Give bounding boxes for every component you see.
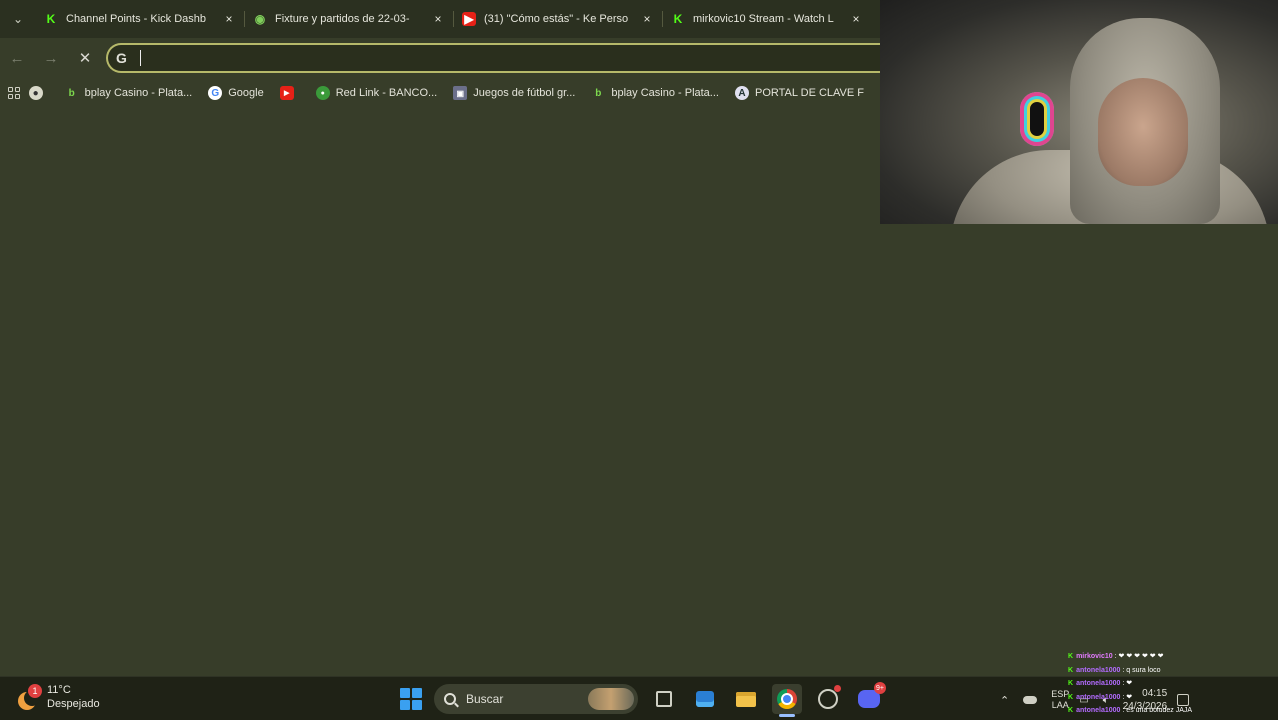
chat-text: : es una boludez JAJA	[1122, 707, 1193, 715]
tab-mirkovic-stream[interactable]: K mirkovic10 Stream - Watch L ×	[663, 4, 871, 34]
kick-badge-icon: K	[1068, 680, 1074, 688]
discord-icon[interactable]: 9+	[854, 682, 886, 714]
bookmark-label: Google	[228, 87, 264, 99]
soccer-ball-icon: ●	[28, 86, 43, 100]
game-app-icon[interactable]	[813, 684, 843, 714]
weather-widget[interactable]: 1 11°C Despejado	[16, 683, 100, 711]
chrome-icon[interactable]	[772, 684, 802, 717]
google-icon: G	[208, 86, 223, 100]
chat-message: K antonela1000 : ❤	[1068, 677, 1276, 691]
tab-fixture[interactable]: ◉ Fixture y partidos de 22-03- ×	[245, 4, 453, 34]
bookmark-item[interactable]: A PORTAL DE CLAVE F	[734, 86, 864, 100]
file-explorer-icon[interactable]	[731, 684, 761, 714]
forward-arrow-icon[interactable]: →	[34, 41, 68, 75]
chat-text: : ❤ ❤ ❤ ❤ ❤ ❤	[1114, 653, 1164, 660]
webcam-overlay	[880, 0, 1278, 224]
lang-bottom: LAA	[1051, 700, 1069, 710]
kick-badge-icon: K	[1068, 653, 1074, 660]
chat-username: mirkovic10	[1076, 653, 1113, 660]
tab-title: Fixture y partidos de 22-03-	[275, 13, 410, 25]
webcam-person-face	[1098, 78, 1188, 186]
chat-text: : ❤	[1122, 693, 1133, 701]
search-label: Buscar	[466, 692, 504, 706]
lang-top: ESP	[1051, 689, 1070, 699]
chat-text: : q sura loco	[1122, 666, 1161, 674]
chat-username: antonela1000	[1076, 666, 1121, 674]
text-caret	[140, 50, 141, 66]
bplay-icon: b	[595, 87, 602, 99]
headphones-icon	[1020, 92, 1054, 146]
chat-message: K antonela1000 : q sura loco	[1068, 664, 1276, 678]
youtube-icon: ▶	[462, 12, 476, 26]
language-indicator[interactable]: ESP LAA	[1051, 689, 1069, 711]
store-icon[interactable]	[690, 684, 720, 714]
bookmark-label: bplay Casino - Plata...	[611, 87, 719, 99]
address-bar[interactable]: G	[106, 43, 880, 73]
tab-search-chevron-icon[interactable]: ⌄	[0, 0, 36, 38]
bookmark-label: PORTAL DE CLAVE F	[754, 87, 864, 99]
tab-title: Channel Points - Kick Dashb	[66, 13, 207, 25]
weather-condition: Despejado	[47, 698, 100, 710]
google-icon: G	[116, 50, 127, 66]
task-view-icon[interactable]	[649, 684, 679, 714]
bookmark-label: bplay Casino - Plata...	[84, 87, 193, 99]
close-icon[interactable]: ×	[431, 12, 445, 26]
notification-dot	[834, 685, 841, 692]
kick-badge-icon: K	[1068, 666, 1074, 674]
weather-temp: 11°C	[47, 684, 71, 696]
close-icon[interactable]: ×	[640, 12, 654, 26]
bookmarks-bar: ● b bplay Casino - Plata... G Google ▶ ●…	[0, 80, 880, 106]
redlink-icon: ●	[315, 86, 330, 100]
chevron-up-icon[interactable]: ⌃	[1000, 694, 1009, 707]
close-icon[interactable]: ×	[849, 12, 863, 26]
taskbar-apps: Buscar 9+	[398, 682, 886, 717]
bookmark-item[interactable]: b bplay Casino - Plata...	[591, 86, 719, 100]
address-input[interactable]	[147, 50, 880, 66]
chat-username: antonela1000	[1076, 680, 1121, 688]
kick-icon: K	[673, 12, 683, 26]
bplay-icon: b	[68, 87, 75, 99]
kick-badge-icon: K	[1068, 693, 1074, 701]
bookmark-item[interactable]: b bplay Casino - Plata...	[65, 86, 193, 100]
globe-icon: ◉	[254, 12, 266, 26]
moon-weather-icon: 1	[16, 684, 42, 710]
bookmark-label: Juegos de fútbol gr...	[473, 87, 576, 99]
bookmark-label: Red Link - BANCO...	[335, 87, 438, 99]
browser-toolbar: ← → ✕ G	[0, 38, 880, 78]
chat-message: K antonela1000 : es una boludez JAJA	[1068, 704, 1276, 718]
bookmark-item[interactable]: ● Red Link - BANCO...	[315, 86, 438, 100]
tab-youtube[interactable]: ▶ (31) "Cómo estás" - Ke Perso ×	[454, 4, 662, 34]
bookmark-item[interactable]: ▣ Juegos de fútbol gr...	[453, 86, 575, 100]
chat-message: K antonela1000 : ❤	[1068, 691, 1276, 705]
tab-channel-points[interactable]: K Channel Points - Kick Dashb ×	[36, 4, 244, 34]
apps-grid-icon[interactable]	[0, 87, 29, 99]
cloud-icon[interactable]	[1023, 696, 1038, 704]
windows-start-icon[interactable]	[398, 686, 424, 712]
youtube-icon: ▶	[279, 86, 294, 100]
taskbar-search[interactable]: Buscar	[434, 684, 638, 714]
stop-loading-icon[interactable]: ✕	[68, 41, 102, 75]
tab-strip: ⌄ K Channel Points - Kick Dashb × ◉ Fixt…	[0, 0, 880, 38]
bookmark-item[interactable]: ●	[28, 86, 49, 100]
chat-message: K mirkovic10 : ❤ ❤ ❤ ❤ ❤ ❤	[1068, 650, 1276, 664]
back-arrow-icon[interactable]: ←	[0, 41, 34, 75]
tab-title: mirkovic10 Stream - Watch L	[693, 13, 834, 25]
bookmark-item[interactable]: ▶	[279, 86, 300, 100]
juegos-icon: ▣	[453, 86, 468, 100]
chat-username: antonela1000	[1076, 693, 1121, 701]
weather-badge: 1	[28, 684, 42, 698]
chat-text: : ❤	[1122, 680, 1133, 688]
discord-badge: 9+	[874, 682, 886, 694]
tab-title: (31) "Cómo estás" - Ke Perso	[484, 13, 629, 25]
search-highlight-image	[588, 688, 634, 710]
chat-username: antonela1000	[1076, 707, 1121, 715]
search-icon	[444, 693, 456, 705]
stream-chat-overlay: K mirkovic10 : ❤ ❤ ❤ ❤ ❤ ❤ K antonela100…	[1068, 650, 1276, 720]
bookmark-item[interactable]: G Google	[208, 86, 264, 100]
kick-badge-icon: K	[1068, 707, 1074, 715]
portal-icon: A	[734, 86, 749, 100]
close-icon[interactable]: ×	[222, 12, 236, 26]
kick-icon: K	[46, 12, 56, 26]
